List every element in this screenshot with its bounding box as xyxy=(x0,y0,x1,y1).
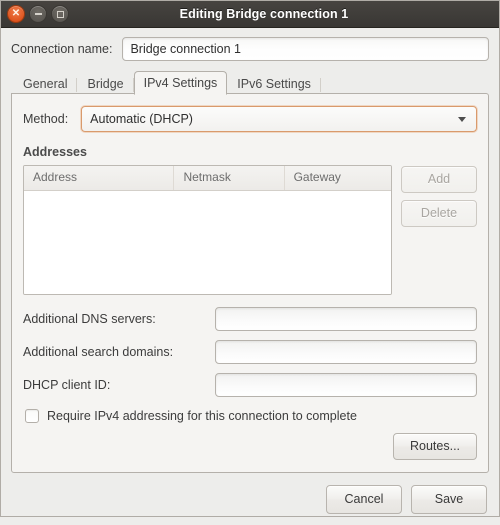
add-address-button[interactable]: Add xyxy=(401,166,477,193)
chevron-down-icon xyxy=(458,116,466,122)
addresses-table[interactable]: Address Netmask Gateway xyxy=(23,165,392,295)
dns-servers-row: Additional DNS servers: xyxy=(23,307,477,331)
dialog-content: Connection name: General Bridge IPv4 Set… xyxy=(1,28,499,473)
search-domains-row: Additional search domains: xyxy=(23,340,477,364)
dns-servers-input[interactable] xyxy=(215,307,477,331)
require-ipv4-row[interactable]: Require IPv4 addressing for this connect… xyxy=(23,409,477,423)
table-header-row: Address Netmask Gateway xyxy=(24,166,391,191)
require-ipv4-checkbox[interactable] xyxy=(25,409,39,423)
tab-bar: General Bridge IPv4 Settings IPv6 Settin… xyxy=(11,71,489,95)
delete-address-button[interactable]: Delete xyxy=(401,200,477,227)
ipv4-settings-panel: Method: Automatic (DHCP) Addresses Addre… xyxy=(11,93,489,473)
dns-servers-label: Additional DNS servers: xyxy=(23,312,156,326)
title-bar: ✕ Editing Bridge connection 1 xyxy=(1,1,499,28)
method-label: Method: xyxy=(23,112,69,126)
minimize-icon[interactable] xyxy=(29,5,47,23)
column-header-address: Address xyxy=(24,166,175,190)
close-icon[interactable]: ✕ xyxy=(7,5,25,23)
window-controls: ✕ xyxy=(7,5,69,23)
tab-bridge[interactable]: Bridge xyxy=(77,73,134,95)
method-dropdown[interactable]: Automatic (DHCP) xyxy=(81,106,477,132)
save-button[interactable]: Save xyxy=(411,484,487,514)
dialog-window: ✕ Editing Bridge connection 1 Connection… xyxy=(0,0,500,517)
method-row: Method: Automatic (DHCP) xyxy=(23,106,477,132)
addresses-heading: Addresses xyxy=(23,145,87,159)
connection-name-row: Connection name: xyxy=(11,37,489,61)
table-body xyxy=(24,191,391,294)
maximize-icon[interactable] xyxy=(51,5,69,23)
window-title: Editing Bridge connection 1 xyxy=(179,7,349,21)
method-value: Automatic (DHCP) xyxy=(90,112,193,126)
tab-general[interactable]: General xyxy=(13,73,78,95)
search-domains-input[interactable] xyxy=(215,340,477,364)
connection-name-label: Connection name: xyxy=(11,42,113,56)
dhcp-client-id-label: DHCP client ID: xyxy=(23,378,111,392)
addresses-area: Address Netmask Gateway Add Delete xyxy=(23,165,477,295)
cancel-button[interactable]: Cancel xyxy=(326,484,402,514)
routes-button[interactable]: Routes... xyxy=(393,433,477,460)
tab-ipv6-settings[interactable]: IPv6 Settings xyxy=(227,73,321,95)
column-header-netmask: Netmask xyxy=(174,166,285,190)
address-actions: Add Delete xyxy=(401,165,477,295)
search-domains-label: Additional search domains: xyxy=(23,345,174,359)
routes-row: Routes... xyxy=(23,433,477,462)
tab-ipv4-settings[interactable]: IPv4 Settings xyxy=(133,71,228,95)
connection-name-input[interactable] xyxy=(122,37,489,61)
column-header-gateway: Gateway xyxy=(293,170,341,184)
dhcp-client-id-input[interactable] xyxy=(215,373,477,397)
dhcp-client-id-row: DHCP client ID: xyxy=(23,373,477,397)
dialog-action-bar: Cancel Save xyxy=(1,473,499,525)
require-ipv4-label: Require IPv4 addressing for this connect… xyxy=(47,409,357,423)
